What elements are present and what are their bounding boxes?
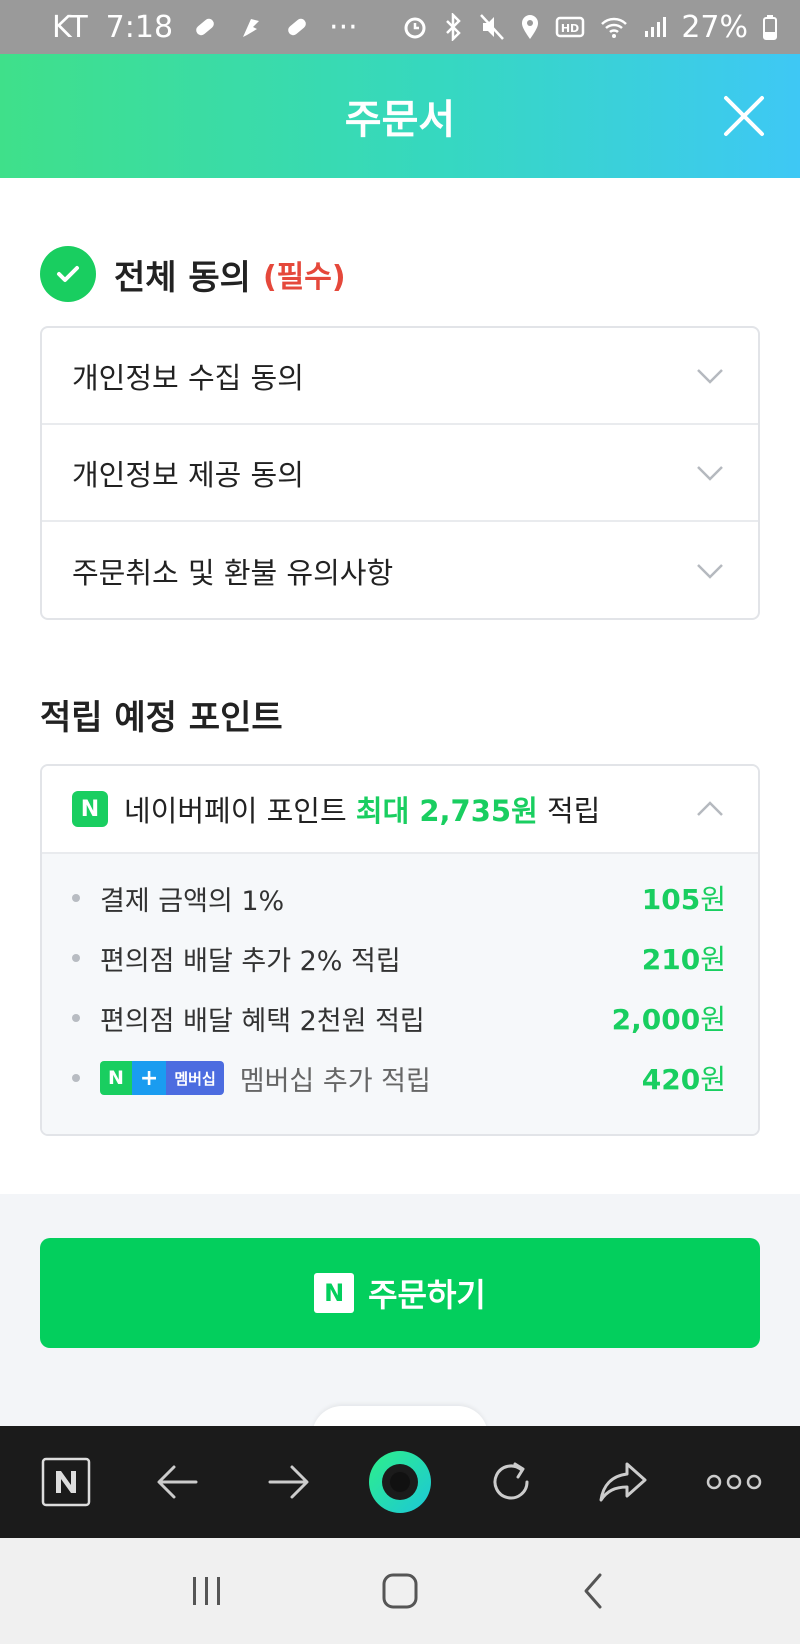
home-icon [382, 1573, 418, 1609]
more-dots-icon [706, 1474, 762, 1490]
chevron-up-icon [697, 801, 723, 816]
arrow-left-icon [157, 1465, 198, 1499]
term-item-privacy-provide[interactable]: 개인정보 제공 동의 [42, 425, 758, 522]
wifi-icon [599, 13, 629, 41]
point-amount: 210원 [641, 943, 726, 976]
system-back-button[interactable] [558, 1556, 628, 1626]
battery-icon [762, 13, 778, 41]
order-button-label: 주문하기 [368, 1276, 486, 1314]
back-chevron-icon [584, 1573, 602, 1609]
green-dot-button[interactable] [360, 1442, 440, 1522]
point-label: 편의점 배달 혜택 2천원 적립 [100, 1005, 425, 1037]
refresh-icon [493, 1462, 529, 1500]
chevron-down-icon [697, 368, 723, 384]
points-summary-suffix: 적립 [546, 794, 601, 828]
point-row: 편의점 배달 혜택 2천원 적립 2,000원 [72, 988, 726, 1048]
hd-icon: HD [555, 13, 585, 41]
agree-all-row[interactable]: 전체 동의 (필수) [40, 246, 346, 302]
refresh-button[interactable] [471, 1442, 551, 1522]
bullet-icon [72, 954, 80, 962]
term-label: 개인정보 수집 동의 [72, 360, 304, 395]
chevron-down-icon [697, 563, 723, 579]
svg-text:HD: HD [561, 22, 579, 35]
back-button[interactable] [137, 1442, 217, 1522]
battery-percent: 27% [681, 9, 748, 45]
alarm-icon [401, 13, 429, 41]
term-label: 개인정보 제공 동의 [72, 457, 304, 492]
clock: 7:18 [105, 9, 174, 45]
page-title: 주문서 [344, 97, 456, 143]
point-label: 편의점 배달 추가 2% 적립 [100, 945, 401, 977]
close-icon [724, 96, 764, 136]
notification-pill-icon [191, 13, 219, 41]
system-nav-bar [0, 1538, 800, 1644]
point-amount: 105원 [641, 883, 726, 916]
green-dot-icon [368, 1451, 431, 1513]
chevron-down-icon [697, 465, 723, 481]
location-icon [519, 13, 541, 41]
status-bar: KT 7:18 ··· HD 27% [0, 0, 800, 54]
terms-list: 개인정보 수집 동의 개인정보 제공 동의 주문취소 및 환불 유의사항 [40, 326, 760, 620]
point-amount: 420원 [641, 1063, 726, 1096]
notification-bird-icon [237, 13, 265, 41]
agree-all-label: 전체 동의 [114, 257, 251, 298]
point-label: 멤버십 추가 적립 [239, 1065, 431, 1097]
point-row: 편의점 배달 추가 2% 적립 210원 [72, 928, 726, 988]
agree-all-checkbox[interactable] [40, 246, 96, 302]
carrier-label: KT [52, 9, 88, 45]
point-row: 결제 금액의 1% 105원 [72, 868, 726, 928]
bullet-icon [72, 1014, 80, 1022]
arrow-right-icon [268, 1465, 309, 1499]
forward-button[interactable] [249, 1442, 329, 1522]
naver-home-button[interactable] [26, 1442, 106, 1522]
term-label: 주문취소 및 환불 유의사항 [72, 555, 394, 590]
naverpay-logo-icon: N [72, 791, 108, 827]
share-icon [599, 1462, 647, 1502]
mute-icon [479, 13, 505, 41]
page-header: 주문서 [0, 54, 800, 178]
naver-n-icon: N [314, 1273, 355, 1313]
points-section-title: 적립 예정 포인트 [40, 698, 283, 738]
close-button[interactable] [716, 88, 772, 144]
share-button[interactable] [583, 1442, 663, 1522]
membership-point-row: N + 멤버십 멤버십 추가 적립 420원 [72, 1048, 726, 1108]
points-panel: N 네이버페이 포인트 최대 2,735원 적립 결제 금액의 1% 105원 … [40, 764, 760, 1136]
bullet-icon [72, 894, 80, 902]
check-icon [57, 266, 79, 282]
recent-apps-button[interactable] [172, 1556, 242, 1626]
order-button[interactable]: N 주문하기 [40, 1238, 760, 1348]
point-label: 결제 금액의 1% [100, 885, 285, 917]
recent-apps-icon [192, 1577, 220, 1605]
points-summary-prefix: 네이버페이 포인트 [124, 794, 347, 828]
term-item-refund-notice[interactable]: 주문취소 및 환불 유의사항 [42, 522, 758, 618]
term-item-privacy-collect[interactable]: 개인정보 수집 동의 [42, 328, 758, 425]
more-notifications: ··· [329, 9, 358, 45]
points-panel-header[interactable]: N 네이버페이 포인트 최대 2,735원 적립 [42, 766, 758, 854]
notification-pill-icon-2 [283, 13, 311, 41]
naver-logo-icon [41, 1457, 90, 1507]
points-breakdown: 결제 금액의 1% 105원 편의점 배달 추가 2% 적립 210원 편의점 … [42, 854, 758, 1134]
browser-toolbar [0, 1426, 800, 1538]
signal-icon [643, 13, 667, 41]
bullet-icon [72, 1074, 80, 1082]
home-button[interactable] [365, 1556, 435, 1626]
points-max-amount: 최대 2,735원 [355, 794, 538, 828]
required-label: (필수) [262, 260, 346, 295]
bluetooth-icon [443, 13, 465, 41]
more-button[interactable] [694, 1442, 774, 1522]
point-amount: 2,000원 [611, 1003, 726, 1036]
naver-plus-membership-badge: N + 멤버십 [100, 1061, 224, 1095]
points-summary: 네이버페이 포인트 최대 2,735원 적립 [124, 788, 600, 830]
